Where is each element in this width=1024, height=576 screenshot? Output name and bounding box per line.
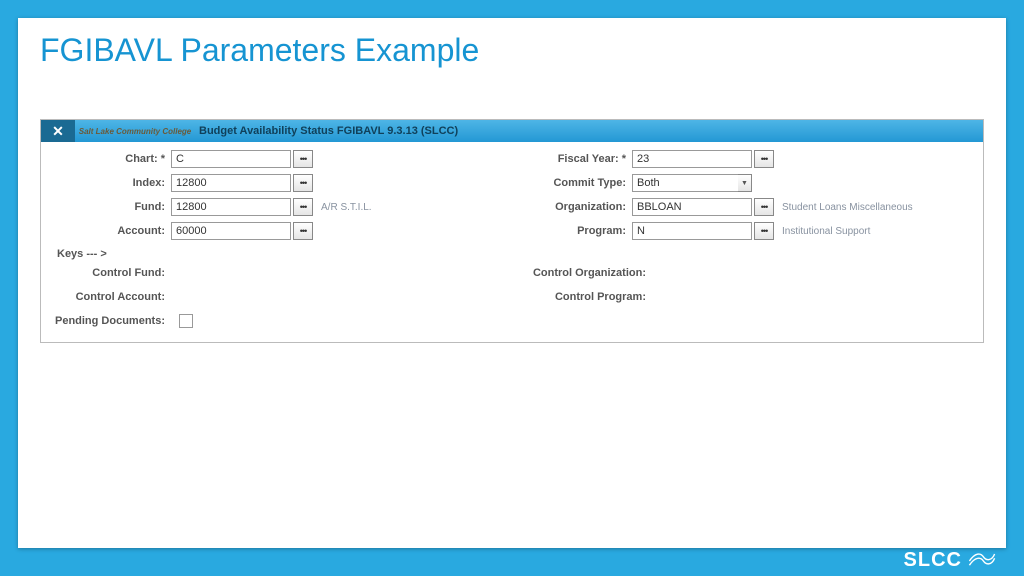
account-label: Account: [51, 225, 171, 237]
organization-lookup-icon[interactable]: ••• [754, 198, 774, 216]
program-label: Program: [512, 225, 632, 237]
program-lookup-icon[interactable]: ••• [754, 222, 774, 240]
panel-body: Chart: * ••• Index: ••• Fund: ••• A/R S.… [41, 142, 983, 342]
right-column: Fiscal Year: * ••• Commit Type: ▼ Organi… [512, 148, 973, 244]
footer-brand: SLCC [904, 549, 996, 572]
control-program-label: Control Program: [512, 291, 652, 303]
account-lookup-icon[interactable]: ••• [293, 222, 313, 240]
brand-text: SLCC [904, 549, 962, 572]
control-organization-label: Control Organization: [512, 267, 652, 279]
fund-field[interactable] [171, 198, 291, 216]
fund-lookup-icon[interactable]: ••• [293, 198, 313, 216]
control-account-label: Control Account: [51, 291, 171, 303]
panel-header: ✕ Salt Lake Community College Budget Ava… [41, 120, 983, 142]
control-fund-label: Control Fund: [51, 267, 171, 279]
fund-desc: A/R S.T.I.L. [321, 202, 372, 213]
left-column: Chart: * ••• Index: ••• Fund: ••• A/R S.… [51, 148, 512, 244]
pending-documents-label: Pending Documents: [51, 315, 171, 327]
commit-type-label: Commit Type: [512, 177, 632, 189]
commit-type-field[interactable] [632, 174, 738, 192]
organization-field[interactable] [632, 198, 752, 216]
organization-label: Organization: [512, 201, 632, 213]
slide: FGIBAVL Parameters Example ✕ Salt Lake C… [18, 18, 1006, 548]
slide-title: FGIBAVL Parameters Example [18, 18, 1006, 69]
chart-field[interactable] [171, 150, 291, 168]
account-field[interactable] [171, 222, 291, 240]
chart-lookup-icon[interactable]: ••• [293, 150, 313, 168]
close-icon[interactable]: ✕ [41, 120, 75, 142]
fiscal-year-label: Fiscal Year: * [512, 153, 632, 165]
index-label: Index: [51, 177, 171, 189]
organization-desc: Student Loans Miscellaneous [782, 202, 913, 213]
commit-type-dropdown-icon[interactable]: ▼ [738, 174, 752, 192]
fiscal-year-lookup-icon[interactable]: ••• [754, 150, 774, 168]
pending-documents-checkbox[interactable] [179, 314, 193, 328]
keys-header: Keys --- > [57, 248, 973, 260]
program-desc: Institutional Support [782, 226, 870, 237]
college-logo: Salt Lake Community College [75, 127, 195, 136]
program-field[interactable] [632, 222, 752, 240]
fund-label: Fund: [51, 201, 171, 213]
fiscal-year-field[interactable] [632, 150, 752, 168]
form-panel: ✕ Salt Lake Community College Budget Ava… [40, 119, 984, 343]
panel-title: Budget Availability Status FGIBAVL 9.3.1… [195, 125, 458, 137]
index-lookup-icon[interactable]: ••• [293, 174, 313, 192]
brand-swirl-icon [968, 552, 996, 570]
chart-label: Chart: * [51, 153, 171, 165]
index-field[interactable] [171, 174, 291, 192]
